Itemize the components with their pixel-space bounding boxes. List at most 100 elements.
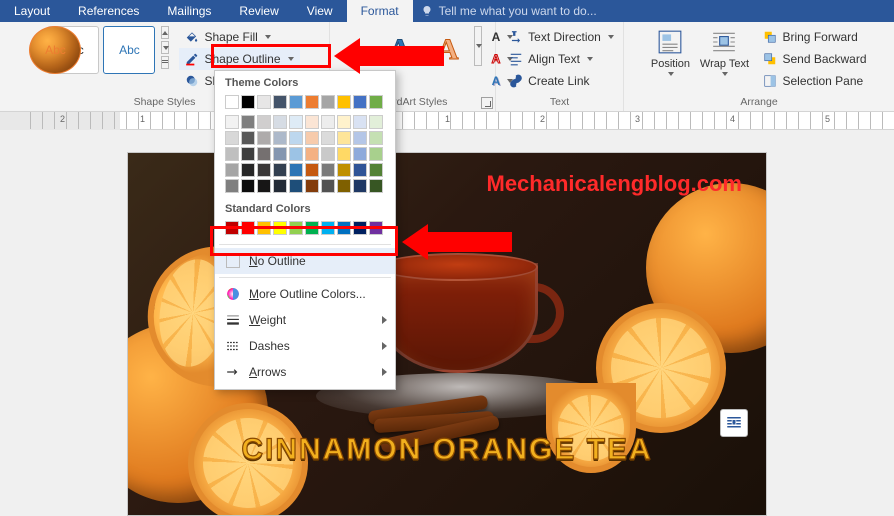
wrap-text-button[interactable]: Wrap Text	[699, 26, 749, 76]
weight-item[interactable]: Weight	[215, 307, 395, 333]
color-swatch[interactable]	[273, 179, 287, 193]
color-swatch[interactable]	[305, 221, 319, 235]
send-backward-button[interactable]: Send Backward	[757, 48, 872, 70]
tab-review[interactable]: Review	[225, 0, 292, 22]
color-swatch[interactable]	[225, 95, 239, 109]
color-swatch[interactable]	[257, 147, 271, 161]
wordart-launcher[interactable]	[481, 97, 493, 109]
color-swatch[interactable]	[305, 131, 319, 145]
color-swatch[interactable]	[241, 147, 255, 161]
color-swatch[interactable]	[273, 163, 287, 177]
align-text-button[interactable]: Align Text	[503, 48, 620, 70]
color-swatch[interactable]	[369, 131, 383, 145]
color-swatch[interactable]	[369, 221, 383, 235]
color-swatch[interactable]	[257, 131, 271, 145]
color-swatch[interactable]	[289, 163, 303, 177]
gallery-scroll-down[interactable]	[161, 41, 169, 54]
color-swatch[interactable]	[337, 163, 351, 177]
text-direction-button[interactable]: Text Direction	[503, 26, 620, 48]
color-swatch[interactable]	[289, 95, 303, 109]
color-swatch[interactable]	[337, 95, 351, 109]
color-swatch[interactable]	[369, 147, 383, 161]
color-swatch[interactable]	[337, 115, 351, 129]
color-swatch[interactable]	[273, 221, 287, 235]
tab-references[interactable]: References	[64, 0, 153, 22]
color-swatch[interactable]	[353, 131, 367, 145]
dashes-item[interactable]: Dashes	[215, 333, 395, 359]
color-swatch[interactable]	[257, 179, 271, 193]
gallery-scroll-up[interactable]	[161, 26, 169, 39]
color-swatch[interactable]	[273, 95, 287, 109]
color-swatch[interactable]	[353, 179, 367, 193]
color-swatch[interactable]	[225, 131, 239, 145]
arrows-item[interactable]: Arrows	[215, 359, 395, 385]
color-swatch[interactable]	[321, 115, 335, 129]
color-swatch[interactable]	[337, 179, 351, 193]
color-swatch[interactable]	[257, 95, 271, 109]
color-swatch[interactable]	[225, 179, 239, 193]
color-swatch[interactable]	[241, 115, 255, 129]
tab-format[interactable]: Format	[347, 0, 413, 22]
color-swatch[interactable]	[289, 179, 303, 193]
color-swatch[interactable]	[225, 147, 239, 161]
color-swatch[interactable]	[369, 115, 383, 129]
shape-outline-button[interactable]: Shape Outline	[179, 48, 299, 70]
color-swatch[interactable]	[337, 147, 351, 161]
color-swatch[interactable]	[353, 221, 367, 235]
tab-mailings[interactable]: Mailings	[153, 0, 225, 22]
shape-style-preset-2[interactable]: Abc	[103, 26, 155, 74]
color-swatch[interactable]	[241, 163, 255, 177]
color-swatch[interactable]	[257, 221, 271, 235]
color-swatch[interactable]	[321, 163, 335, 177]
color-swatch[interactable]	[353, 95, 367, 109]
color-swatch[interactable]	[305, 95, 319, 109]
color-swatch[interactable]	[369, 95, 383, 109]
tab-view[interactable]: View	[293, 0, 347, 22]
color-swatch[interactable]	[289, 221, 303, 235]
color-swatch[interactable]	[225, 221, 239, 235]
color-swatch[interactable]	[273, 131, 287, 145]
color-swatch[interactable]	[321, 131, 335, 145]
color-swatch[interactable]	[257, 163, 271, 177]
color-swatch[interactable]	[305, 115, 319, 129]
color-swatch[interactable]	[289, 131, 303, 145]
color-swatch[interactable]	[321, 95, 335, 109]
tab-layout[interactable]: Layout	[0, 0, 64, 22]
color-swatch[interactable]	[241, 221, 255, 235]
color-swatch[interactable]	[273, 115, 287, 129]
color-swatch[interactable]	[337, 131, 351, 145]
color-swatch[interactable]	[353, 147, 367, 161]
color-swatch[interactable]	[321, 221, 335, 235]
color-swatch[interactable]	[289, 115, 303, 129]
color-swatch[interactable]	[353, 115, 367, 129]
shape-fill-button[interactable]: Shape Fill	[179, 26, 299, 48]
color-swatch[interactable]	[241, 179, 255, 193]
color-swatch[interactable]	[257, 115, 271, 129]
color-swatch[interactable]	[289, 147, 303, 161]
color-swatch[interactable]	[305, 163, 319, 177]
gallery-more[interactable]	[161, 56, 169, 69]
color-swatch[interactable]	[353, 163, 367, 177]
color-swatch[interactable]	[305, 179, 319, 193]
selection-pane-button[interactable]: Selection Pane	[757, 70, 872, 92]
layout-options-button[interactable]	[720, 409, 748, 437]
color-swatch[interactable]	[369, 163, 383, 177]
color-swatch[interactable]	[241, 95, 255, 109]
tell-me-search[interactable]: Tell me what you want to do...	[413, 4, 605, 18]
color-swatch[interactable]	[369, 179, 383, 193]
position-button[interactable]: Position	[645, 26, 695, 76]
wordart-gallery-more[interactable]	[474, 26, 482, 66]
more-outline-colors-item[interactable]: More Outline Colors...	[215, 281, 395, 307]
color-swatch[interactable]	[305, 147, 319, 161]
no-outline-item[interactable]: No Outline	[215, 248, 395, 274]
wordart-preset-1[interactable]: A	[378, 26, 422, 74]
wordart-preset-2[interactable]: A	[426, 26, 470, 74]
color-swatch[interactable]	[225, 115, 239, 129]
color-swatch[interactable]	[321, 179, 335, 193]
bring-forward-button[interactable]: Bring Forward	[757, 26, 872, 48]
create-link-button[interactable]: Create Link	[503, 70, 620, 92]
color-swatch[interactable]	[225, 163, 239, 177]
horizontal-ruler[interactable]: 2 1 1 2 3 4 5	[0, 112, 894, 130]
color-swatch[interactable]	[321, 147, 335, 161]
color-swatch[interactable]	[241, 131, 255, 145]
